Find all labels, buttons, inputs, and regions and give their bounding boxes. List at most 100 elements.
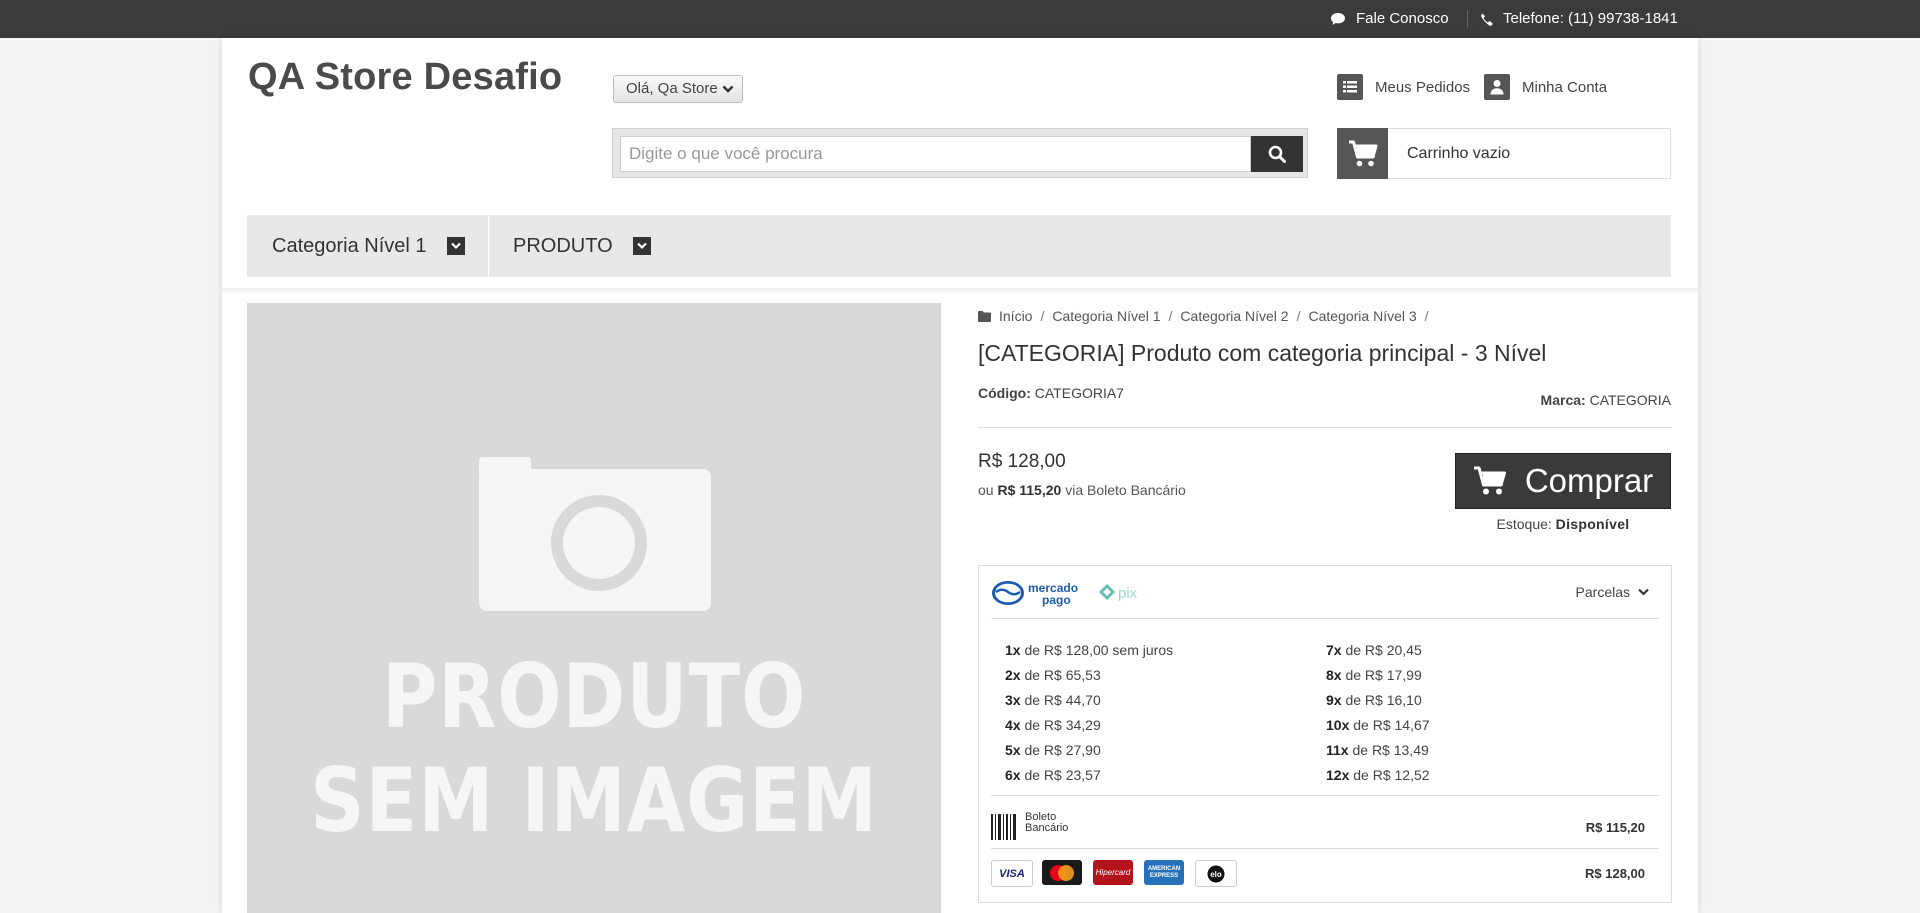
hipercard-icon: Hipercard	[1093, 860, 1133, 885]
product-brand-label: Marca:	[1540, 392, 1586, 408]
installments-label: Parcelas	[1575, 584, 1630, 600]
installment-count: 3x	[1005, 692, 1021, 708]
elo-card-icon: elo	[1195, 860, 1237, 887]
installment-count: 9x	[1326, 692, 1342, 708]
card-brands-row: VISA Hipercard AMERICAN EXPRESS elo R$ 1…	[991, 856, 1659, 892]
store-logo[interactable]: QA Store Desafio	[248, 56, 562, 99]
product-brand: Marca: CATEGORIA	[1541, 392, 1671, 408]
breadcrumb-categoria-nivel-3[interactable]: Categoria Nível 3	[1308, 308, 1416, 324]
boleto-price-line: ou R$ 115,20 via Boleto Bancário	[978, 482, 1186, 498]
breadcrumb-separator: /	[1040, 308, 1045, 324]
installment-count: 11x	[1326, 742, 1349, 758]
installment-row: 4x de R$ 34,29	[1005, 713, 1173, 738]
breadcrumb-categoria-nivel-2[interactable]: Categoria Nível 2	[1180, 308, 1288, 324]
nav-item-categoria-nivel-1[interactable]: Categoria Nível 1	[272, 215, 465, 277]
product-brand-value: CATEGORIA	[1589, 392, 1671, 408]
boleto-label: Boleto Bancário	[1025, 812, 1068, 834]
installment-row: 5x de R$ 27,90	[1005, 738, 1173, 763]
breadcrumb-separator: /	[1296, 308, 1301, 324]
stock-status: Estoque: Disponível	[1455, 516, 1671, 532]
installment-value: de R$ 12,52	[1353, 767, 1430, 783]
cards-total: R$ 128,00	[1585, 866, 1645, 881]
folder-icon	[978, 310, 991, 322]
installment-value: de R$ 14,67	[1353, 717, 1430, 733]
greeting-label: Olá, Qa Store	[626, 80, 718, 97]
camera-icon	[479, 457, 711, 611]
nav-item-label: PRODUTO	[513, 234, 613, 257]
mercado-pago-logo: mercado pago	[991, 579, 1091, 612]
product-code-label: Código:	[978, 385, 1031, 401]
installments-toggle[interactable]: Parcelas	[1576, 584, 1649, 600]
boleto-prefix: ou	[978, 482, 994, 498]
breadcrumb-separator: /	[1424, 308, 1429, 324]
product-image-placeholder[interactable]: PRODUTO SEM IMAGEM	[247, 303, 941, 913]
installment-row: 7x de R$ 20,45	[1326, 638, 1430, 663]
my-account-link[interactable]: Minha Conta	[1484, 74, 1607, 100]
my-orders-link[interactable]: Meus Pedidos	[1337, 74, 1470, 100]
nav-item-label: Categoria Nível 1	[272, 234, 427, 257]
installment-row: 10x de R$ 14,67	[1326, 713, 1430, 738]
installment-count: 1x	[1005, 642, 1021, 658]
installment-value: de R$ 44,70	[1024, 692, 1101, 708]
no-image-line-1: PRODUTO	[381, 645, 807, 748]
installment-row: 3x de R$ 44,70	[1005, 688, 1173, 713]
buy-button-label: Comprar	[1524, 462, 1654, 499]
elo-text: elo	[1210, 870, 1222, 879]
installment-value: de R$ 65,53	[1024, 667, 1101, 683]
payment-divider	[991, 618, 1659, 619]
boleto-price: R$ 115,20	[997, 482, 1062, 498]
search-button[interactable]	[1251, 136, 1303, 172]
phone-icon	[1481, 13, 1493, 26]
installment-row: 11x de R$ 13,49	[1326, 738, 1430, 763]
page-container: QA Store Desafio Olá, Qa Store Meus Pedi…	[222, 38, 1698, 913]
cart-icon	[1337, 128, 1388, 179]
installment-row: 9x de R$ 16,10	[1326, 688, 1430, 713]
installment-row: 1x de R$ 128,00 sem juros	[1005, 638, 1173, 663]
user-greeting-dropdown[interactable]: Olá, Qa Store	[613, 75, 743, 103]
installment-count: 8x	[1326, 667, 1342, 683]
chat-icon	[1331, 13, 1345, 25]
chevron-down-icon	[1638, 588, 1649, 596]
nav-item-produto[interactable]: PRODUTO	[513, 215, 651, 277]
product-title: [CATEGORIA] Produto com categoria princi…	[978, 340, 1547, 366]
installments-right-column: 7x de R$ 20,45 8x de R$ 17,99 9x de R$ 1…	[1326, 638, 1430, 788]
breadcrumb-inicio[interactable]: Início	[999, 308, 1032, 324]
installment-value: de R$ 27,90	[1024, 742, 1101, 758]
buy-button[interactable]: Comprar	[1455, 453, 1671, 509]
barcode-icon	[991, 814, 1016, 840]
payment-box: mercado pago pix Parcelas 1x de R$ 128,0…	[978, 565, 1672, 903]
chevron-down-icon	[446, 237, 465, 255]
chevron-down-icon	[632, 237, 651, 255]
breadcrumb-categoria-nivel-1[interactable]: Categoria Nível 1	[1052, 308, 1160, 324]
contact-link[interactable]: Fale Conosco	[1330, 0, 1449, 38]
cart-button[interactable]: Carrinho vazio	[1337, 128, 1671, 179]
boleto-payment-row: Boleto Bancário R$ 115,20	[991, 806, 1659, 848]
search-input[interactable]	[620, 136, 1251, 172]
boleto-suffix: via Boleto Bancário	[1065, 482, 1186, 498]
installment-count: 5x	[1005, 742, 1021, 758]
installment-count: 2x	[1005, 667, 1021, 683]
installment-value: de R$ 20,45	[1345, 642, 1422, 658]
boleto-label-line-2: Bancário	[1025, 822, 1069, 834]
installment-row: 6x de R$ 23,57	[1005, 763, 1173, 788]
list-icon	[1337, 74, 1363, 100]
user-icon	[1484, 74, 1510, 100]
product-code: Código: CATEGORIA7	[978, 385, 1124, 401]
payment-divider	[991, 795, 1659, 796]
installments-left-column: 1x de R$ 128,00 sem juros 2x de R$ 65,53…	[1005, 638, 1173, 788]
installment-count: 4x	[1005, 717, 1021, 733]
installment-value: de R$ 23,57	[1024, 767, 1101, 783]
installment-value: de R$ 17,99	[1345, 667, 1422, 683]
installment-count: 6x	[1005, 767, 1021, 783]
pix-logo: pix	[1098, 583, 1154, 608]
mastercard-icon	[1042, 860, 1082, 885]
installment-row: 2x de R$ 65,53	[1005, 663, 1173, 688]
nav-divider	[488, 215, 489, 277]
phone-link[interactable]: Telefone: (11) 99738-1841	[1480, 0, 1678, 38]
contact-label: Fale Conosco	[1356, 10, 1449, 27]
installment-value: de R$ 16,10	[1345, 692, 1422, 708]
stock-value: Disponível	[1555, 516, 1630, 532]
installment-count: 7x	[1326, 642, 1342, 658]
boleto-total: R$ 115,20	[1585, 820, 1645, 835]
my-account-label: Minha Conta	[1522, 78, 1608, 96]
